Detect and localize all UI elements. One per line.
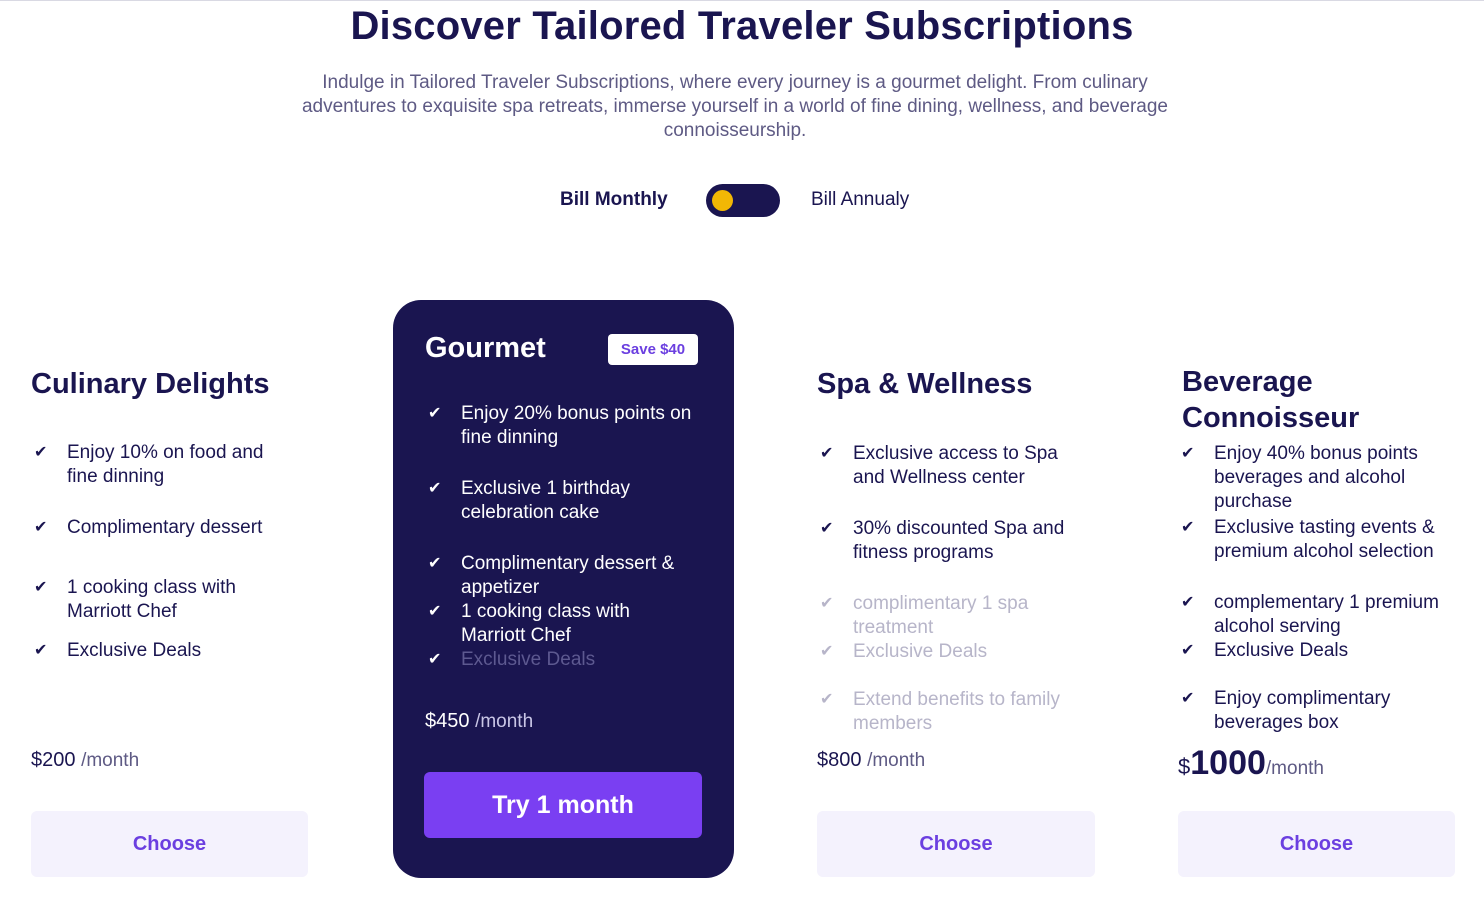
toggle-knob [712, 190, 733, 211]
plan-card-spa-wellness: Spa & Wellness ✔ Exclusive access to Spa… [817, 366, 1117, 878]
feature-item: ✔ Exclusive Deals [1178, 639, 1454, 663]
check-icon: ✔ [820, 595, 834, 612]
price-period: /month [1265, 758, 1324, 779]
feature-item: ✔ Complimentary dessert [31, 516, 317, 540]
price-amount: $200 [31, 749, 76, 771]
check-icon: ✔ [1181, 690, 1195, 707]
price-period: /month [475, 711, 534, 732]
feature-item: ✔ Complimentary dessert & appetizer [425, 552, 711, 600]
feature-item: ✔ 1 cooking class with Marriott Chef [425, 600, 676, 648]
check-icon: ✔ [1181, 519, 1195, 536]
feature-item: ✔ Exclusive access to Spa and Wellness c… [817, 442, 1088, 490]
try-1-month-button[interactable]: Try 1 month [424, 772, 702, 838]
plan-name: Gourmet [425, 332, 546, 364]
page-subtitle: Indulge in Tailored Traveler Subscriptio… [301, 72, 1168, 141]
plan-card-culinary-delights: Culinary Delights ✔ Enjoy 10% on food an… [31, 366, 321, 878]
feature-item: ✔ Exclusive Deals [31, 639, 297, 663]
check-icon: ✔ [1181, 594, 1195, 611]
feature-item: ✔ Enjoy 10% on food and fine dinning [31, 441, 297, 489]
feature-item-disabled: ✔ complimentary 1 spa treatment [817, 592, 1068, 640]
price-period: /month [81, 750, 140, 771]
check-icon: ✔ [34, 444, 48, 461]
price-amount: $800 [817, 749, 862, 771]
price-period: /month [867, 750, 926, 771]
feature-item-disabled: ✔ Extend benefits to family members [817, 688, 1098, 736]
check-icon: ✔ [428, 555, 442, 572]
choose-button[interactable]: Choose [1178, 811, 1455, 877]
choose-button[interactable]: Choose [31, 811, 308, 877]
plan-price: $1000/month [1178, 744, 1324, 783]
billing-toggle-group: Bill Monthly Bill Annualy [0, 184, 1484, 217]
feature-item-disabled: ✔ Exclusive Deals [817, 640, 1083, 664]
feature-item: ✔ Enjoy 20% bonus points on fine dinning [425, 402, 701, 450]
feature-item-disabled: ✔ Exclusive Deals [425, 648, 691, 672]
check-icon: ✔ [820, 520, 834, 537]
feature-item: ✔ 30% discounted Spa and fitness program… [817, 517, 1098, 565]
check-icon: ✔ [1181, 642, 1195, 659]
billing-toggle[interactable] [706, 184, 780, 217]
price-symbol: $ [1178, 754, 1191, 779]
feature-item: ✔ Enjoy 40% bonus points beverages and a… [1178, 442, 1454, 514]
page-title: Discover Tailored Traveler Subscriptions [350, 4, 1134, 48]
save-badge: Save $40 [608, 334, 698, 365]
check-icon: ✔ [820, 643, 834, 660]
check-icon: ✔ [34, 519, 48, 536]
plan-card-gourmet: Gourmet Save $40 ✔ Enjoy 20% bonus point… [393, 300, 734, 878]
plan-price: $800 /month [817, 749, 925, 772]
price-amount: $450 [425, 710, 470, 732]
plan-price: $200 /month [31, 749, 139, 772]
feature-item: ✔ 1 cooking class with Marriott Chef [31, 576, 282, 624]
bill-monthly-label[interactable]: Bill Monthly [560, 189, 668, 211]
check-icon: ✔ [428, 480, 442, 497]
check-icon: ✔ [428, 405, 442, 422]
feature-item: ✔ Exclusive tasting events & premium alc… [1178, 516, 1454, 564]
plan-name: Beverage Connoisseur [1182, 366, 1360, 434]
feature-item: ✔ Enjoy complimentary beverages box [1178, 687, 1444, 735]
feature-item: ✔ Exclusive 1 birthday celebration cake [425, 477, 691, 525]
top-divider [0, 0, 1484, 1]
price-amount: 1000 [1190, 744, 1266, 782]
choose-button[interactable]: Choose [817, 811, 1095, 877]
check-icon: ✔ [34, 642, 48, 659]
check-icon: ✔ [820, 445, 834, 462]
check-icon: ✔ [428, 651, 442, 668]
check-icon: ✔ [428, 603, 442, 620]
plan-name: Culinary Delights [31, 368, 270, 400]
plan-name: Spa & Wellness [817, 368, 1033, 400]
plan-card-beverage-connoisseur: Beverage Connoisseur ✔ Enjoy 40% bonus p… [1178, 364, 1477, 878]
bill-annual-label[interactable]: Bill Annualy [811, 189, 909, 211]
check-icon: ✔ [820, 691, 834, 708]
check-icon: ✔ [1181, 445, 1195, 462]
feature-item: ✔ complementary 1 premium alcohol servin… [1178, 591, 1454, 639]
plan-price: $450 /month [425, 710, 533, 733]
check-icon: ✔ [34, 579, 48, 596]
